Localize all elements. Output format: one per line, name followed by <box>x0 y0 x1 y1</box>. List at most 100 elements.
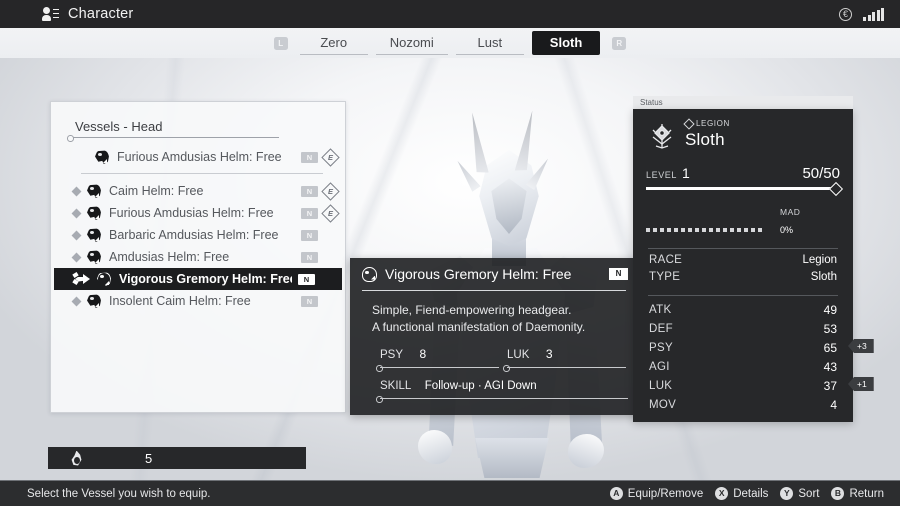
bullet-icon <box>72 296 82 306</box>
stat-key: AGI <box>649 361 670 373</box>
a-button-icon: A <box>610 487 623 500</box>
stat-key: LUK <box>649 380 672 392</box>
model-spike-right <box>526 156 552 190</box>
signal-strength-icon <box>863 8 884 21</box>
model-hand-right <box>568 434 604 468</box>
vessel-name: Barbaric Amdusias Helm: Free <box>109 228 295 242</box>
footer-bar: Select the Vessel you wish to equip. A E… <box>0 480 900 506</box>
list-item[interactable]: Insolent Caim Helm: Free N <box>51 290 345 312</box>
rarity-badge: N <box>298 274 315 285</box>
action-equip-remove[interactable]: A Equip/Remove <box>610 487 703 500</box>
skill-value: Follow-up · AGI Down <box>425 380 537 392</box>
vessel-list: Furious Amdusias Helm: Free N E Caim Hel… <box>51 146 345 312</box>
stat-value: 53 <box>824 322 837 336</box>
tooltip-description-line-1: Simple, Fiend-empowering headgear. <box>372 302 626 319</box>
stat-underline <box>380 367 499 368</box>
stat-value: 4 <box>830 398 837 412</box>
madness-dots <box>646 224 780 236</box>
stat-row-atk: ATK 49 <box>646 300 840 319</box>
vessel-header-rule <box>71 137 279 138</box>
y-button-icon: Y <box>780 487 793 500</box>
helm-icon <box>87 250 101 264</box>
rarity-badge: N <box>301 230 318 241</box>
helm-icon <box>87 184 101 198</box>
action-return[interactable]: B Return <box>831 487 884 500</box>
legion-label-row: LEGION <box>685 119 730 128</box>
tab-zero[interactable]: Zero <box>300 32 368 55</box>
stat-key: ATK <box>649 304 671 316</box>
tooltip-description-line-2: A functional manifestation of Daemonity. <box>372 319 626 336</box>
skill-label: SKILL <box>380 380 411 392</box>
list-item-selected[interactable]: Vigorous Gremory Helm: Free N <box>54 268 342 290</box>
level-row: LEVEL 1 50/50 <box>646 165 840 182</box>
equipped-diamond-icon: E <box>324 151 337 164</box>
action-sort[interactable]: Y Sort <box>780 487 819 500</box>
stat-underline <box>507 367 626 368</box>
stat-row-def: DEF 53 <box>646 319 840 338</box>
stat-value: 43 <box>824 360 837 374</box>
list-item[interactable]: Caim Helm: Free N E <box>51 180 345 202</box>
right-bumper-icon[interactable]: R <box>612 37 626 50</box>
helm-icon <box>97 272 111 286</box>
tab-sloth[interactable]: Sloth <box>532 31 601 55</box>
tooltip-stat-luk: LUK 3 <box>499 345 626 368</box>
status-panel-wrapper: Status <box>633 96 853 422</box>
status-message: Select the Vessel you wish to equip. <box>0 488 210 500</box>
game-screen: Character € L Zero Nozomi Lust Sloth R V… <box>0 0 900 506</box>
hp-bar <box>646 187 836 190</box>
list-item[interactable]: Barbaric Amdusias Helm: Free N <box>51 224 345 246</box>
currency-bar: 5 <box>48 447 306 469</box>
footer-actions: A Equip/Remove X Details Y Sort B Return <box>610 487 900 500</box>
tooltip-stat-psy: PSY 8 <box>372 345 499 368</box>
helm-icon <box>95 150 109 164</box>
list-item[interactable]: Furious Amdusias Helm: Free N E <box>51 202 345 224</box>
tooltip-body: Simple, Fiend-empowering headgear. A fun… <box>350 291 638 399</box>
stat-value: 65 <box>824 341 837 355</box>
stat-row-agi: AGI 43 <box>646 357 840 376</box>
vessel-list-header: Vessels - Head <box>51 102 345 137</box>
info-row-type: TYPE Sloth <box>646 266 840 283</box>
bullet-icon <box>72 208 82 218</box>
equipped-diamond-icon: E <box>324 207 337 220</box>
stat-list: ATK 49 DEF 53 PSY 65 +3 AGI 43 LUK <box>646 300 840 414</box>
action-label: Return <box>849 488 884 500</box>
vessel-list-panel: Vessels - Head Furious Amdusias Helm: Fr… <box>50 101 346 413</box>
legion-diamond-icon <box>683 118 694 129</box>
tab-lust[interactable]: Lust <box>456 32 524 55</box>
top-bar-right: € <box>839 8 900 21</box>
rarity-badge: N <box>301 296 318 307</box>
x-button-icon: X <box>715 487 728 500</box>
stat-row-mov: MOV 4 <box>646 395 840 414</box>
action-label: Equip/Remove <box>628 488 703 500</box>
top-bar-left: Character <box>0 6 133 22</box>
top-bar: Character € <box>0 0 900 28</box>
info-key: TYPE <box>649 271 680 283</box>
vessel-name: Furious Amdusias Helm: Free <box>117 150 295 164</box>
stat-value: 8 <box>419 347 426 361</box>
action-details[interactable]: X Details <box>715 487 768 500</box>
bullet-icon <box>72 252 82 262</box>
page-title: Character <box>68 6 133 22</box>
tooltip-skill-row: SKILL Follow-up · AGI Down <box>372 376 626 399</box>
vessel-name: Caim Helm: Free <box>109 184 295 198</box>
stat-label: LUK <box>507 349 529 361</box>
info-key: RACE <box>649 254 682 266</box>
b-button-icon: B <box>831 487 844 500</box>
helm-icon <box>87 206 101 220</box>
bullet-icon <box>72 186 82 196</box>
madness-box: MAD 0% <box>780 202 800 236</box>
list-item[interactable]: Amdusias Helm: Free N <box>51 246 345 268</box>
vessel-name: Insolent Caim Helm: Free <box>109 294 295 308</box>
left-bumper-icon[interactable]: L <box>274 37 288 50</box>
stat-key: MOV <box>649 399 676 411</box>
legion-label: LEGION <box>696 119 730 128</box>
tab-nozomi[interactable]: Nozomi <box>376 32 448 55</box>
model-hip <box>466 438 558 478</box>
action-label: Sort <box>798 488 819 500</box>
model-head <box>478 150 540 246</box>
tab-list: Zero Nozomi Lust Sloth <box>296 31 605 55</box>
rarity-badge: N <box>301 186 318 197</box>
flame-icon <box>70 451 83 466</box>
madness-row: MAD 0% <box>646 202 840 236</box>
list-item-equipped[interactable]: Furious Amdusias Helm: Free N E <box>51 146 345 168</box>
